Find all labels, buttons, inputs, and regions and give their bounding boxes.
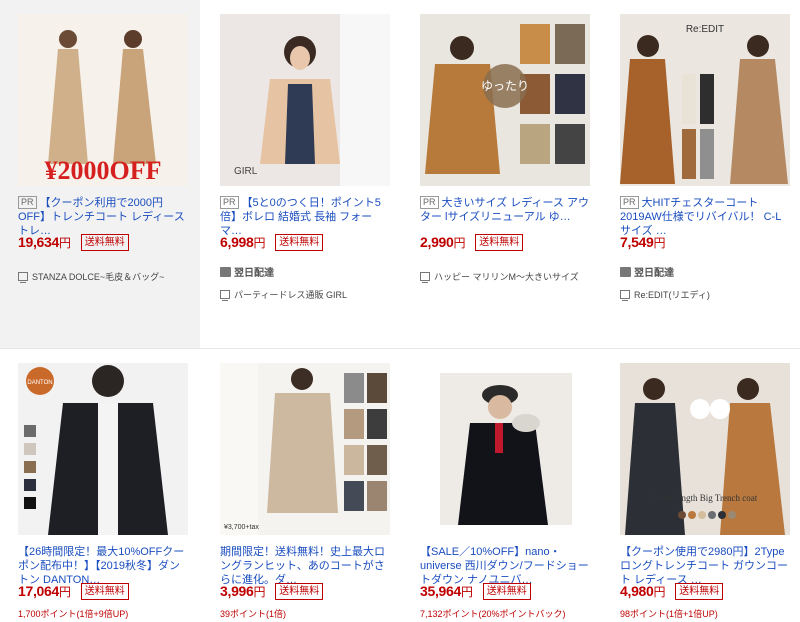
points-label: 98ポイント(1倍+1倍UP) (620, 609, 718, 619)
product-title: 大きいサイズ レディース アウター lサイズリニューアル ゆ… (420, 197, 589, 223)
price: 6,998円 (220, 233, 266, 250)
pr-badge: PR (620, 196, 639, 209)
delivery-box-icon (220, 266, 231, 277)
long-trench-photo: 2type length Big Trench coat (620, 363, 790, 535)
product-overlay-text: 2type length Big Trench coat (653, 493, 758, 503)
product-title: 【クーポン利用で2000円OFF】トレンチコート レディース トレ… (18, 197, 185, 237)
free-shipping-badge: 送料無料 (275, 582, 324, 600)
price: 3,996円 (220, 582, 266, 599)
price: 4,980円 (620, 582, 666, 599)
down-jacket-photo: DANTON (18, 363, 188, 535)
price: 2,990円 (420, 233, 466, 250)
hooded-down-photo (440, 373, 572, 525)
product-image[interactable]: ¥3,700+tax (220, 363, 390, 535)
pr-badge: PR (220, 196, 239, 209)
brand-overlay: GIRL (234, 166, 258, 177)
shop-link[interactable]: ハッピー マリリンM〜大きいサイズ (420, 270, 579, 283)
shop-icon (420, 272, 430, 283)
product-grid: ¥2000OFF PR 【クーポン利用で2000円OFF】トレンチコート レディー… (0, 0, 800, 622)
price-overlay: ¥3,700+tax (224, 524, 259, 531)
product-title-link[interactable]: PR 大きいサイズ レディース アウター lサイズリニューアル ゆ… (420, 196, 592, 224)
shop-name: STANZA DOLCE~毛皮＆バッグ~ (32, 272, 165, 282)
product-image[interactable]: 2type length Big Trench coat (620, 363, 790, 535)
jacket-photo: ゆったり (420, 14, 590, 186)
points-label: 39ポイント(1倍) (220, 609, 287, 619)
delivery-box-icon (620, 266, 631, 277)
shop-icon (18, 272, 28, 283)
product-image[interactable]: GIRL (220, 14, 390, 186)
shop-icon (220, 290, 230, 301)
free-shipping-badge: 送料無料 (80, 582, 129, 600)
next-day-delivery: 翌日配達 (220, 264, 274, 279)
points-label: 7,132ポイント(20%ポイントバック) (420, 609, 566, 619)
product-title: 【クーポン使用で2980円】2Type ロングトレンチコート ガウンコート レデ… (620, 546, 789, 586)
product-card[interactable]: 【SALE／10%OFF】nano・universe 西川ダウン/フードショート… (402, 349, 602, 622)
shop-link[interactable]: STANZA DOLCE~毛皮＆バッグ~ (18, 270, 164, 283)
free-shipping-badge: 送料無料 (275, 233, 324, 251)
shop-icon (620, 290, 630, 301)
product-title: 【5と0のつく日！ポイント5倍】ボレロ 結婚式 長袖 フォーマ… (220, 197, 381, 237)
brand-overlay: Re:EDIT (686, 24, 724, 35)
pr-badge: PR (420, 196, 439, 209)
product-title: 【SALE／10%OFF】nano・universe 西川ダウン/フードショート… (420, 546, 589, 586)
brand-logo-overlay: DANTON (27, 380, 52, 386)
free-shipping-badge: 送料無料 (80, 233, 129, 251)
free-shipping-badge: 送料無料 (675, 582, 724, 600)
product-card[interactable]: ¥3,700+tax 期間限定！送料無料！史上最大ロングランヒット、あのコートが… (202, 349, 402, 622)
product-image[interactable]: ゆったり (420, 14, 590, 186)
product-image[interactable] (440, 373, 572, 525)
shop-link[interactable]: パーティードレス通販 GIRL (220, 288, 347, 301)
points-label: 1,700ポイント(1倍+9倍UP) (18, 609, 129, 619)
product-card[interactable]: DANTON 【26時間限定！最大10%OFFクーポン配布中！】【2019秋冬】… (0, 349, 200, 622)
product-card[interactable]: 2type length Big Trench coat 【クーポン使用で298… (602, 349, 800, 622)
chester-coat-photo: Re:EDIT (620, 14, 790, 186)
free-shipping-badge: 送料無料 (475, 233, 524, 251)
price: 7,549円 (620, 233, 666, 250)
product-card[interactable]: Re:EDIT PR 大HITチェスターコート2019AW仕様でリバイバル！ C-… (602, 0, 800, 348)
bolero-photo: GIRL (220, 14, 390, 186)
discount-overlay: ¥2000OFF (45, 156, 162, 185)
next-day-delivery: 翌日配達 (620, 264, 674, 279)
boa-coat-photo: ¥3,700+tax (220, 363, 390, 535)
shop-name: ハッピー マリリンM〜大きいサイズ (434, 272, 579, 282)
free-shipping-badge: 送料無料 (482, 582, 531, 600)
trench-coat-photo: ¥2000OFF (18, 14, 188, 186)
price: 17,064円 (18, 582, 71, 599)
product-title: 大HITチェスターコート2019AW仕様でリバイバル！ C-Lサイズ … (620, 197, 782, 237)
product-image[interactable]: ¥2000OFF (18, 14, 188, 186)
price: 19,634円 (18, 233, 71, 250)
shop-link[interactable]: Re:EDIT(リエディ) (620, 288, 710, 301)
product-image[interactable]: DANTON (18, 363, 188, 535)
product-card[interactable]: GIRL PR 【5と0のつく日！ポイント5倍】ボレロ 結婚式 長袖 フォーマ… … (202, 0, 402, 348)
promo-overlay: ゆったり (481, 79, 529, 93)
product-image[interactable]: Re:EDIT (620, 14, 790, 186)
shop-name: Re:EDIT(リエディ) (634, 290, 710, 300)
shop-name: パーティードレス通販 GIRL (234, 290, 347, 300)
product-card[interactable]: ¥2000OFF PR 【クーポン利用で2000円OFF】トレンチコート レディー… (0, 0, 200, 348)
pr-badge: PR (18, 196, 37, 209)
price: 35,964円 (420, 582, 473, 599)
product-title: 期間限定！送料無料！史上最大ロングランヒット、あのコートがさらに進化。ダ… (220, 546, 385, 586)
product-card[interactable]: ゆったり PR 大きいサイズ レディース アウター lサイズリニューアル ゆ… 2… (402, 0, 602, 348)
product-title: 【26時間限定！最大10%OFFクーポン配布中！】【2019秋冬】ダントン DA… (18, 546, 185, 586)
